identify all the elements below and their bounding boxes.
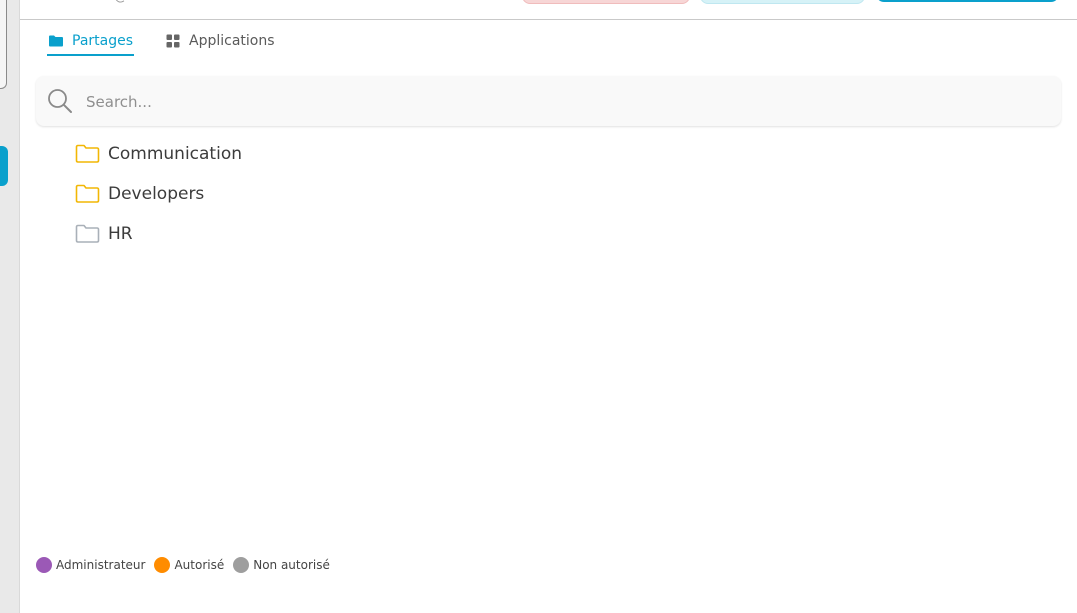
folder-name: Developers — [108, 184, 205, 204]
folder-list: Communication Developers HR — [75, 134, 242, 254]
legend-dot-icon — [36, 557, 52, 573]
legend-dot-icon — [154, 557, 171, 573]
legend-label: Autorisé — [174, 558, 225, 572]
tab-applications-label: Applications — [189, 33, 275, 49]
permission-legend: Administrateur Autorisé Non autorisé — [36, 557, 330, 573]
legend-dot-icon — [233, 557, 250, 573]
tab-bar: Partages Applications — [47, 28, 276, 58]
header-partial-text: @ — [114, 0, 127, 4]
tab-partages[interactable]: Partages — [47, 28, 135, 56]
legend-item-non-autorise: Non autorisé — [233, 557, 330, 573]
legend-label: Administrateur — [56, 558, 146, 572]
folder-item-hr[interactable]: HR — [75, 214, 242, 254]
legend-item-autorise: Autorisé — [154, 557, 224, 573]
folder-icon — [75, 184, 100, 204]
sidebar-panel-edge — [0, 0, 7, 89]
folder-icon — [75, 224, 100, 244]
grid-icon — [165, 33, 181, 49]
header-button-red[interactable] — [522, 0, 690, 4]
top-header: @ — [20, 0, 1077, 20]
folder-icon — [75, 144, 100, 164]
header-button-cyan[interactable] — [700, 0, 865, 4]
legend-label: Non autorisé — [253, 558, 330, 572]
folder-name: HR — [108, 224, 133, 244]
search-icon — [47, 88, 73, 114]
sidebar-strip — [0, 0, 20, 613]
header-button-primary[interactable] — [876, 0, 1059, 2]
main-content: @ Partages Applications — [20, 0, 1077, 613]
legend-item-administrateur: Administrateur — [36, 557, 145, 573]
folder-name: Communication — [108, 144, 242, 164]
folder-item-developers[interactable]: Developers — [75, 174, 242, 214]
folder-icon — [48, 33, 64, 49]
search-bar — [36, 76, 1061, 126]
folder-item-communication[interactable]: Communication — [75, 134, 242, 174]
search-input[interactable] — [84, 86, 1048, 118]
tab-partages-label: Partages — [72, 33, 134, 49]
tab-applications[interactable]: Applications — [164, 28, 276, 54]
sidebar-active-indicator[interactable] — [0, 146, 8, 186]
